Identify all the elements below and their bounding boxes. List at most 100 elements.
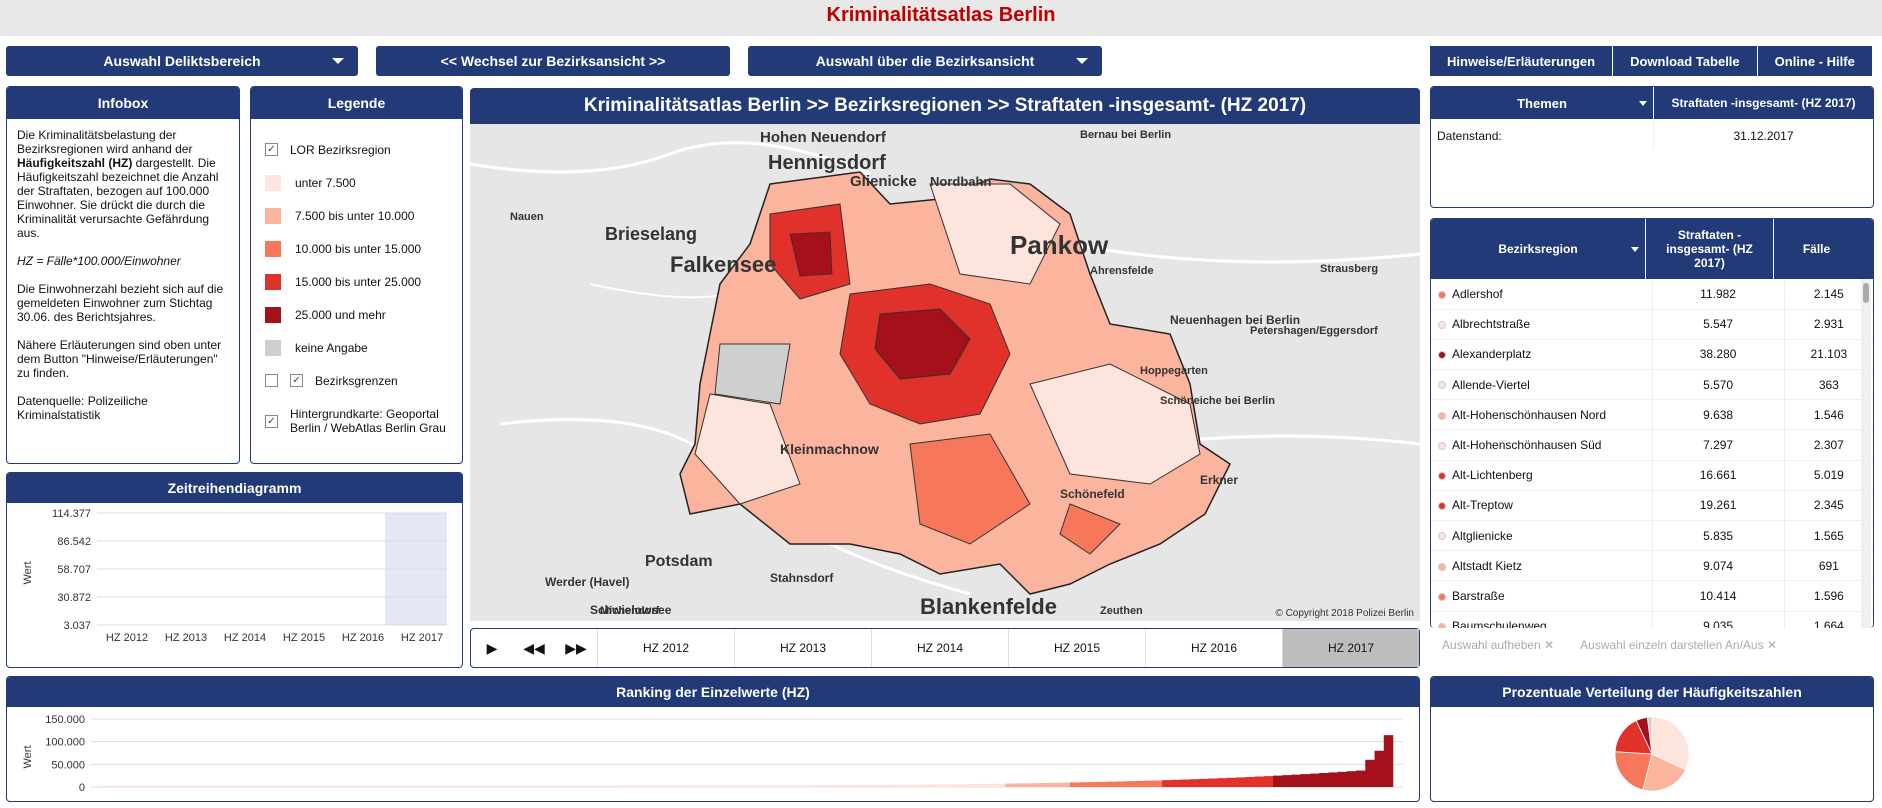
ranking-bar[interactable] bbox=[488, 785, 499, 787]
ranking-bar[interactable] bbox=[1328, 772, 1338, 787]
ranking-bar[interactable] bbox=[396, 785, 406, 787]
ranking-bar[interactable] bbox=[211, 785, 222, 787]
ranking-bar[interactable] bbox=[1097, 781, 1108, 787]
ranking-chart[interactable]: 150.000 100.000 50.000 0 Wert bbox=[7, 707, 1419, 801]
ranking-bar[interactable] bbox=[294, 785, 305, 787]
ranking-bar[interactable] bbox=[756, 785, 766, 787]
hinweise-button[interactable]: Hinweise/Erläuterungen bbox=[1430, 46, 1614, 76]
play-icon[interactable]: ▶ bbox=[471, 629, 513, 667]
ranking-bar[interactable] bbox=[682, 785, 692, 787]
ranking-bar[interactable] bbox=[645, 785, 656, 787]
ranking-bar[interactable] bbox=[1208, 778, 1218, 787]
ranking-bar[interactable] bbox=[1189, 779, 1200, 787]
ranking-bar[interactable] bbox=[257, 785, 268, 787]
checkbox-icon[interactable] bbox=[265, 374, 278, 387]
ranking-bar[interactable] bbox=[774, 785, 785, 787]
ranking-bar[interactable] bbox=[304, 785, 314, 787]
ranking-bar[interactable] bbox=[820, 785, 831, 787]
ranking-bar[interactable] bbox=[387, 785, 397, 787]
ranking-bar[interactable] bbox=[1060, 782, 1071, 787]
ranking-bar[interactable] bbox=[1245, 776, 1255, 787]
ranking-bar[interactable] bbox=[1263, 776, 1274, 787]
ranking-bar[interactable] bbox=[710, 785, 720, 787]
ranking-bar[interactable] bbox=[1153, 780, 1163, 787]
table-row[interactable]: Alexanderplatz 38.280 21.103 bbox=[1431, 339, 1873, 371]
ranking-bar[interactable] bbox=[1236, 777, 1246, 787]
zeitreihe-chart[interactable]: 114.377 86.542 58.707 30.872 3.037 Wert HZ 201… bbox=[7, 503, 462, 667]
clear-selection-link[interactable]: Auswahl aufheben ✕ bbox=[1442, 638, 1554, 652]
ranking-bar[interactable] bbox=[1106, 781, 1117, 787]
ranking-bar[interactable] bbox=[101, 785, 111, 787]
ranking-bar[interactable] bbox=[128, 785, 139, 787]
ranking-bar[interactable] bbox=[359, 785, 369, 787]
ranking-bar[interactable] bbox=[580, 785, 591, 787]
ranking-bar[interactable] bbox=[1088, 782, 1098, 787]
ranking-bar[interactable] bbox=[728, 785, 739, 787]
ranking-bar[interactable] bbox=[368, 785, 379, 787]
ranking-bar[interactable] bbox=[230, 785, 240, 787]
ranking-bar[interactable] bbox=[1005, 783, 1015, 787]
ranking-bar[interactable] bbox=[903, 784, 914, 787]
ranking-bar[interactable] bbox=[451, 785, 462, 787]
ranking-bar[interactable] bbox=[562, 785, 572, 787]
ranking-bar[interactable] bbox=[922, 784, 932, 787]
ranking-bar[interactable] bbox=[1014, 783, 1025, 787]
ranking-bar[interactable] bbox=[1125, 781, 1135, 787]
delikt-dropdown[interactable]: Auswahl Deliktsbereich bbox=[6, 46, 358, 76]
timeline-year[interactable]: HZ 2012 bbox=[597, 629, 734, 667]
table-row[interactable]: Alt-Hohenschönhausen Nord 9.638 1.546 bbox=[1431, 399, 1873, 431]
ranking-bar[interactable] bbox=[599, 785, 609, 787]
regions-header-hz[interactable]: Straftaten -insgesamt- (HZ 2017) bbox=[1645, 219, 1773, 279]
ranking-bar[interactable] bbox=[830, 785, 840, 787]
ranking-bar[interactable] bbox=[276, 785, 286, 787]
table-row[interactable]: Altglienicke 5.835 1.565 bbox=[1431, 520, 1873, 552]
regions-header-name[interactable]: Bezirksregion bbox=[1431, 219, 1645, 279]
ranking-bar[interactable] bbox=[1254, 776, 1265, 787]
ranking-bar[interactable] bbox=[1217, 778, 1228, 787]
legend-hintergrund-row[interactable]: ✓ Hintergrundkarte: Geoportal Berlin / We… bbox=[265, 407, 448, 435]
ranking-bar[interactable] bbox=[608, 785, 619, 787]
toggle-selection-link[interactable]: Auswahl einzeln darstellen An/Aus ✕ bbox=[1580, 638, 1777, 652]
ranking-bar[interactable] bbox=[331, 785, 342, 787]
ranking-bar[interactable] bbox=[1346, 771, 1357, 787]
timeline-year[interactable]: HZ 2013 bbox=[734, 629, 871, 667]
ranking-bar[interactable] bbox=[636, 785, 646, 787]
ranking-bar[interactable] bbox=[1171, 779, 1182, 787]
ranking-bar[interactable] bbox=[137, 785, 148, 787]
timeline-year[interactable]: HZ 2017 bbox=[1282, 629, 1419, 667]
ranking-bar[interactable] bbox=[1134, 780, 1145, 787]
ranking-bar[interactable] bbox=[507, 785, 517, 787]
ranking-bar[interactable] bbox=[1291, 774, 1302, 787]
ranking-bar[interactable] bbox=[857, 784, 868, 787]
ranking-bar[interactable] bbox=[931, 784, 942, 787]
ranking-bar[interactable] bbox=[534, 785, 545, 787]
ranking-bar[interactable] bbox=[239, 785, 249, 787]
checkbox-icon[interactable]: ✓ bbox=[265, 415, 278, 428]
table-row[interactable]: Alt-Treptow 19.261 2.345 bbox=[1431, 490, 1873, 522]
checkbox-icon[interactable]: ✓ bbox=[290, 374, 303, 387]
ranking-bar[interactable] bbox=[654, 785, 665, 787]
legend-grenzen-row[interactable]: ✓ Bezirksgrenzen bbox=[265, 364, 448, 397]
ranking-bar[interactable] bbox=[479, 785, 489, 787]
ranking-bar[interactable] bbox=[1042, 782, 1052, 787]
bezirk-dropdown[interactable]: Auswahl über die Bezirksansicht bbox=[748, 46, 1102, 76]
ranking-bar[interactable] bbox=[184, 785, 194, 787]
ranking-bar[interactable] bbox=[350, 785, 360, 787]
ranking-bar[interactable] bbox=[193, 785, 203, 787]
ranking-bar[interactable] bbox=[543, 785, 554, 787]
table-row[interactable]: Adlershof 11.982 2.145 bbox=[1431, 279, 1873, 310]
ranking-bar[interactable] bbox=[747, 785, 757, 787]
ranking-bar[interactable] bbox=[460, 785, 471, 787]
ranking-bar[interactable] bbox=[1051, 782, 1062, 787]
ranking-bar[interactable] bbox=[267, 785, 277, 787]
table-row[interactable]: Baumschulenweg 9.035 1.664 bbox=[1431, 611, 1873, 628]
ranking-bar[interactable] bbox=[1180, 779, 1191, 787]
ranking-bar[interactable] bbox=[719, 785, 729, 787]
scrollbar-thumb[interactable] bbox=[1863, 283, 1869, 303]
ranking-bar[interactable] bbox=[1356, 770, 1366, 787]
ranking-bar[interactable] bbox=[691, 785, 702, 787]
ranking-bar[interactable] bbox=[839, 785, 849, 787]
ranking-bar[interactable] bbox=[1226, 777, 1237, 787]
pie-chart[interactable] bbox=[1431, 707, 1873, 801]
ranking-bar[interactable] bbox=[433, 785, 443, 787]
